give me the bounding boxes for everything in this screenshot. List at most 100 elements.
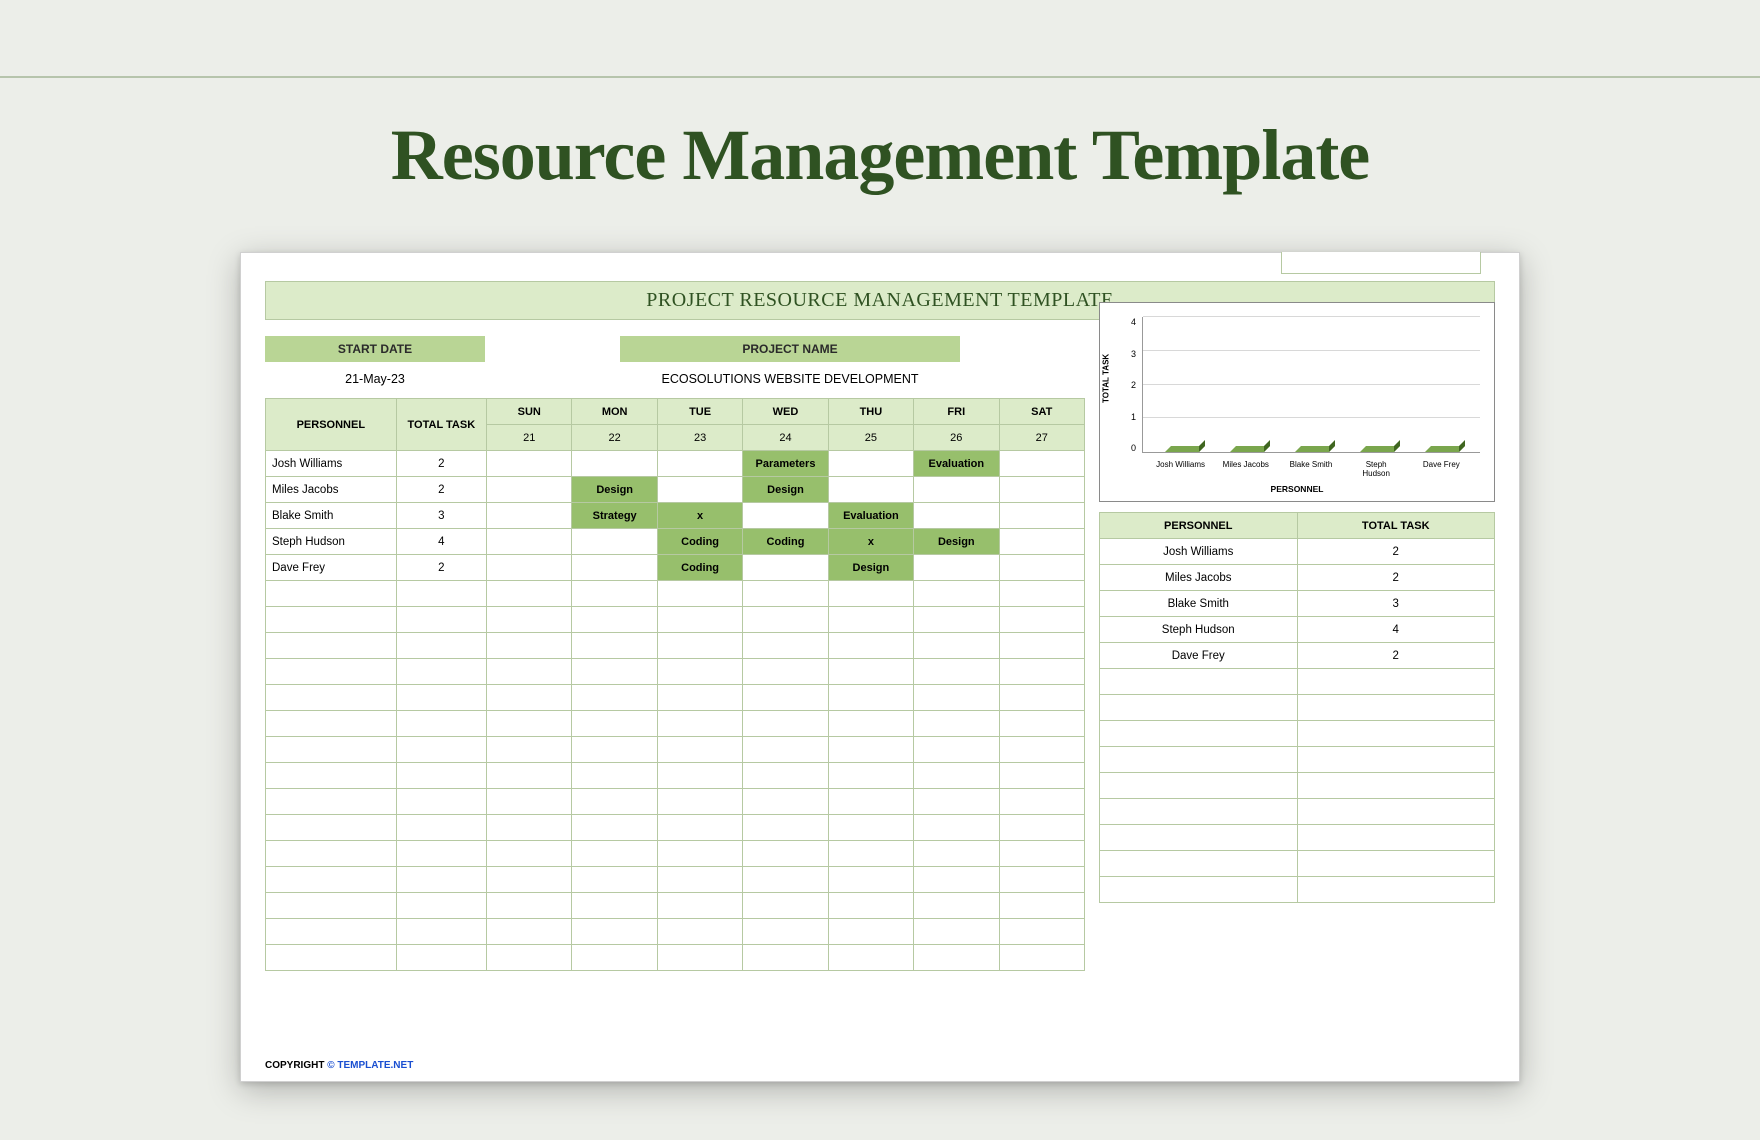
cell-empty[interactable] — [396, 633, 486, 659]
cell-empty[interactable] — [487, 841, 572, 867]
cell-empty[interactable] — [572, 633, 657, 659]
cell-day[interactable] — [999, 477, 1085, 503]
cell-empty[interactable] — [572, 607, 657, 633]
cell-day[interactable] — [743, 555, 828, 581]
cell-empty[interactable] — [572, 789, 657, 815]
cell-empty[interactable] — [657, 893, 742, 919]
cell-empty[interactable] — [828, 581, 913, 607]
cell-day[interactable]: Parameters — [743, 451, 828, 477]
cell-empty[interactable] — [999, 685, 1085, 711]
cell-day[interactable] — [999, 503, 1085, 529]
cell-empty[interactable] — [572, 841, 657, 867]
cell-empty[interactable] — [743, 737, 828, 763]
cell-empty[interactable] — [914, 633, 999, 659]
cell-empty[interactable] — [396, 893, 486, 919]
cell-empty[interactable] — [396, 711, 486, 737]
cell-day[interactable] — [487, 529, 572, 555]
cell-empty[interactable] — [743, 763, 828, 789]
cell-empty[interactable] — [396, 789, 486, 815]
cell-empty[interactable] — [828, 711, 913, 737]
cell-empty[interactable] — [1100, 669, 1298, 695]
cell-total[interactable]: 2 — [1297, 565, 1495, 591]
cell-empty[interactable] — [828, 607, 913, 633]
cell-empty[interactable] — [572, 919, 657, 945]
cell-empty[interactable] — [396, 945, 486, 971]
cell-total[interactable]: 2 — [1297, 539, 1495, 565]
cell-day[interactable]: Coding — [657, 529, 742, 555]
cell-empty[interactable] — [266, 763, 397, 789]
cell-empty[interactable] — [266, 711, 397, 737]
cell-empty[interactable] — [999, 867, 1085, 893]
cell-personnel[interactable]: Dave Frey — [1100, 643, 1298, 669]
cell-empty[interactable] — [572, 945, 657, 971]
cell-empty[interactable] — [266, 607, 397, 633]
cell-empty[interactable] — [487, 919, 572, 945]
cell-empty[interactable] — [657, 763, 742, 789]
cell-empty[interactable] — [1100, 721, 1298, 747]
cell-empty[interactable] — [1100, 773, 1298, 799]
cell-empty[interactable] — [828, 867, 913, 893]
cell-empty[interactable] — [1100, 877, 1298, 903]
cell-day[interactable]: Design — [743, 477, 828, 503]
cell-empty[interactable] — [396, 581, 486, 607]
cell-empty[interactable] — [743, 659, 828, 685]
cell-empty[interactable] — [657, 581, 742, 607]
cell-day[interactable]: Strategy — [572, 503, 657, 529]
cell-personnel[interactable]: Blake Smith — [1100, 591, 1298, 617]
cell-day[interactable] — [999, 529, 1085, 555]
cell-empty[interactable] — [657, 659, 742, 685]
cell-empty[interactable] — [266, 945, 397, 971]
cell-day[interactable] — [914, 555, 999, 581]
cell-empty[interactable] — [487, 815, 572, 841]
cell-empty[interactable] — [657, 633, 742, 659]
cell-empty[interactable] — [487, 711, 572, 737]
cell-empty[interactable] — [1297, 799, 1495, 825]
cell-empty[interactable] — [1297, 695, 1495, 721]
cell-empty[interactable] — [396, 607, 486, 633]
cell-day[interactable]: Evaluation — [914, 451, 999, 477]
cell-day[interactable] — [743, 503, 828, 529]
cell-empty[interactable] — [396, 737, 486, 763]
cell-empty[interactable] — [572, 815, 657, 841]
cell-empty[interactable] — [999, 945, 1085, 971]
cell-day[interactable]: Coding — [657, 555, 742, 581]
cell-day[interactable] — [572, 555, 657, 581]
cell-personnel[interactable]: Blake Smith — [266, 503, 397, 529]
cell-empty[interactable] — [1100, 799, 1298, 825]
cell-total[interactable]: 3 — [396, 503, 486, 529]
cell-empty[interactable] — [999, 633, 1085, 659]
cell-day[interactable] — [828, 451, 913, 477]
cell-day[interactable] — [487, 477, 572, 503]
cell-empty[interactable] — [828, 633, 913, 659]
cell-empty[interactable] — [914, 685, 999, 711]
cell-empty[interactable] — [828, 893, 913, 919]
cell-empty[interactable] — [828, 841, 913, 867]
cell-empty[interactable] — [828, 815, 913, 841]
cell-empty[interactable] — [914, 841, 999, 867]
cell-empty[interactable] — [487, 737, 572, 763]
cell-empty[interactable] — [1297, 721, 1495, 747]
cell-empty[interactable] — [743, 893, 828, 919]
cell-empty[interactable] — [743, 711, 828, 737]
cell-empty[interactable] — [572, 581, 657, 607]
cell-day[interactable] — [999, 555, 1085, 581]
cell-empty[interactable] — [828, 789, 913, 815]
cell-empty[interactable] — [487, 867, 572, 893]
cell-empty[interactable] — [266, 815, 397, 841]
cell-empty[interactable] — [914, 737, 999, 763]
cell-personnel[interactable]: Miles Jacobs — [266, 477, 397, 503]
cell-empty[interactable] — [396, 659, 486, 685]
cell-empty[interactable] — [396, 685, 486, 711]
cell-day[interactable]: Coding — [743, 529, 828, 555]
cell-day[interactable]: Evaluation — [828, 503, 913, 529]
cell-empty[interactable] — [266, 737, 397, 763]
cell-total[interactable]: 2 — [396, 555, 486, 581]
cell-empty[interactable] — [743, 633, 828, 659]
cell-day[interactable] — [657, 451, 742, 477]
cell-empty[interactable] — [914, 789, 999, 815]
cell-empty[interactable] — [1297, 773, 1495, 799]
cell-day[interactable]: Design — [914, 529, 999, 555]
cell-empty[interactable] — [572, 893, 657, 919]
cell-empty[interactable] — [572, 711, 657, 737]
cell-empty[interactable] — [657, 789, 742, 815]
